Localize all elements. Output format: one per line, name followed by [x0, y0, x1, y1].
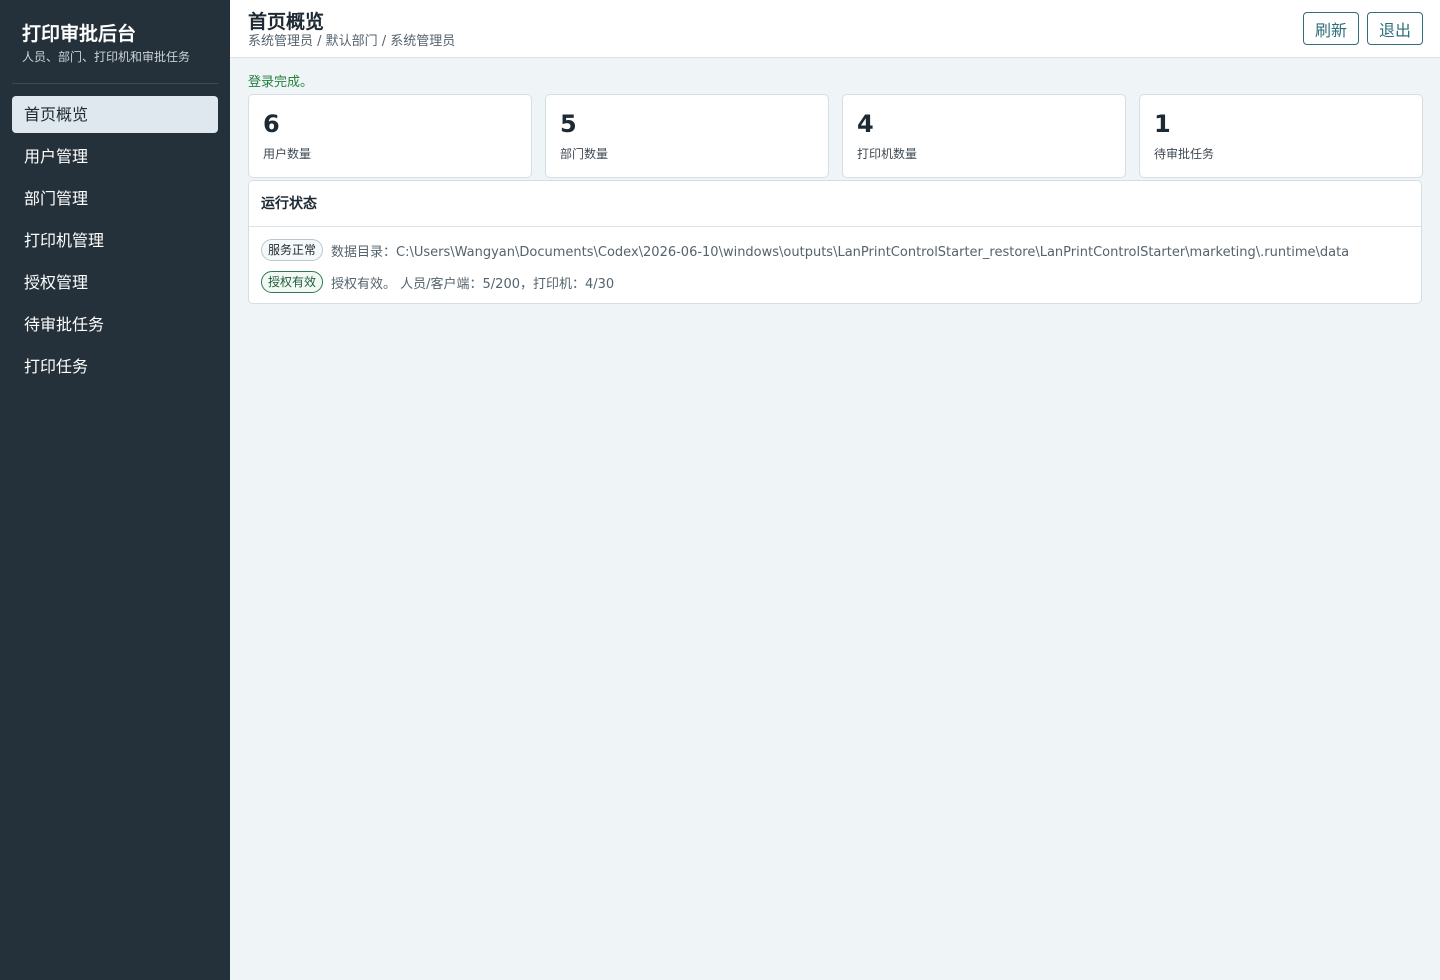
status-badge: 授权有效	[261, 271, 324, 293]
login-notice: 登录完成。	[248, 75, 314, 90]
brand: 打印审批后台 人员、部门、打印机和审批任务	[12, 0, 218, 84]
stat-card-pending: 1 待审批任务	[1139, 94, 1423, 178]
main-area: 首页概览 系统管理员 / 默认部门 / 系统管理员 刷新 退出 登录完成。 6 …	[230, 0, 1440, 980]
sidebar-item-printers[interactable]: 打印机管理	[12, 222, 218, 259]
sidebar-item-departments[interactable]: 部门管理	[12, 180, 218, 217]
refresh-button[interactable]: 刷新	[1302, 12, 1359, 45]
app-root: 打印审批后台 人员、部门、打印机和审批任务 首页概览 用户管理 部门管理 打印机…	[0, 0, 1440, 980]
status-badge: 服务正常	[261, 239, 324, 261]
stat-value: 5	[560, 110, 577, 138]
stat-label: 待审批任务	[1154, 147, 1215, 161]
app-title: 打印审批后台	[22, 23, 137, 45]
top-bar: 首页概览 系统管理员 / 默认部门 / 系统管理员 刷新 退出	[230, 0, 1440, 58]
status-row-service: 服务正常 数据目录：C:\Users\Wangyan\Documents\Cod…	[261, 239, 1409, 261]
stat-card-departments: 5 部门数量	[545, 94, 829, 178]
sidebar-item-authorization[interactable]: 授权管理	[12, 264, 218, 301]
stats-row: 6 用户数量 5 部门数量 4 打印机数量 1 待审批任务	[248, 94, 1423, 178]
status-panel-body: 服务正常 数据目录：C:\Users\Wangyan\Documents\Cod…	[249, 227, 1421, 303]
stat-label: 打印机数量	[857, 147, 918, 161]
sidebar-item-print-jobs[interactable]: 打印任务	[12, 348, 218, 385]
sidebar: 打印审批后台 人员、部门、打印机和审批任务 首页概览 用户管理 部门管理 打印机…	[0, 0, 230, 980]
sidebar-item-overview[interactable]: 首页概览	[12, 96, 218, 133]
stat-value: 6	[263, 110, 280, 138]
stat-label: 部门数量	[560, 147, 609, 161]
stat-value: 1	[1154, 110, 1171, 138]
logout-button[interactable]: 退出	[1366, 12, 1423, 45]
sidebar-item-pending-approvals[interactable]: 待审批任务	[12, 306, 218, 343]
page-title: 首页概览	[248, 11, 325, 33]
stat-card-users: 6 用户数量	[248, 94, 532, 178]
top-actions: 刷新 退出	[1302, 12, 1423, 45]
sidebar-nav: 首页概览 用户管理 部门管理 打印机管理 授权管理 待审批任务 打印任务	[12, 96, 218, 385]
stat-label: 用户数量	[263, 147, 312, 161]
data-directory-text: 数据目录：C:\Users\Wangyan\Documents\Codex\20…	[331, 244, 1350, 260]
app-subtitle: 人员、部门、打印机和审批任务	[22, 50, 191, 64]
stat-value: 4	[857, 110, 874, 138]
sidebar-item-users[interactable]: 用户管理	[12, 138, 218, 175]
status-row-license: 授权有效 授权有效。 人员/客户端：5/200，打印机：4/30	[261, 271, 1409, 293]
stat-card-printers: 4 打印机数量	[842, 94, 1126, 178]
status-panel: 运行状态 服务正常 数据目录：C:\Users\Wangyan\Document…	[248, 180, 1422, 304]
license-text: 授权有效。 人员/客户端：5/200，打印机：4/30	[331, 276, 615, 292]
status-panel-title: 运行状态	[249, 181, 1421, 227]
breadcrumb: 系统管理员 / 默认部门 / 系统管理员	[248, 34, 456, 49]
content: 登录完成。 6 用户数量 5 部门数量 4 打印机数量 1 待审批任务 运行状态…	[230, 74, 1440, 304]
